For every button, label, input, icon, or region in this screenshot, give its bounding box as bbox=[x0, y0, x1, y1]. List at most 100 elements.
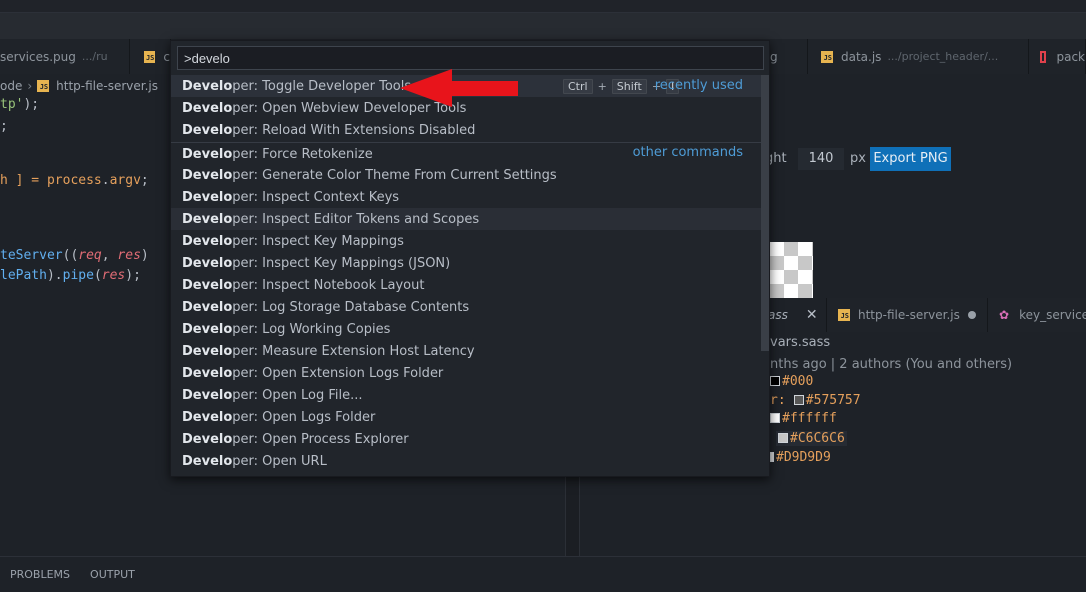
tab-path: .../ru bbox=[81, 50, 108, 63]
code-line: tp'); bbox=[0, 97, 39, 112]
code-token: (( bbox=[62, 248, 79, 263]
command-match: Develo bbox=[182, 255, 233, 271]
tab-output[interactable]: OUTPUT bbox=[90, 568, 135, 581]
command-item[interactable]: Develo per: Open Logs Folder bbox=[171, 406, 761, 428]
code-token: res bbox=[117, 248, 141, 263]
command-item[interactable]: Develo per: Inspect Notebook Layout bbox=[171, 274, 761, 296]
color-swatch[interactable] bbox=[770, 376, 780, 386]
code-token: ; bbox=[140, 173, 149, 188]
command-item[interactable]: Develo per: Open Process Explorer bbox=[171, 428, 761, 450]
sass-color-line: #000 bbox=[770, 374, 813, 389]
color-swatch[interactable] bbox=[770, 452, 774, 462]
command-label: per: Open URL bbox=[232, 453, 327, 469]
command-label: per: Force Retokenize bbox=[232, 146, 373, 162]
command-item[interactable]: Develo per: Force Retokenize other comman… bbox=[171, 143, 761, 165]
command-label: per: Log Working Copies bbox=[232, 321, 391, 337]
code-token: . bbox=[101, 173, 110, 188]
breadcrumb-parent[interactable]: ode bbox=[0, 79, 22, 93]
tab-key-service[interactable]: ✿ key_service bbox=[989, 298, 1086, 332]
chevron-right-icon: › bbox=[27, 79, 33, 93]
package-icon bbox=[1040, 50, 1047, 63]
code-token: res bbox=[101, 268, 126, 283]
recently-used-label: recently used bbox=[654, 78, 743, 93]
command-item[interactable]: Develo per: Log Working Copies bbox=[171, 318, 761, 340]
export-png-button[interactable]: Export PNG bbox=[870, 147, 951, 171]
command-item[interactable]: Develo per: Open Log File... bbox=[171, 384, 761, 406]
tab-package[interactable]: pack bbox=[1030, 39, 1086, 74]
command-item[interactable]: Develo per: Generate Color Theme From Cur… bbox=[171, 164, 761, 186]
command-label: per: Inspect Notebook Layout bbox=[232, 277, 425, 293]
command-match: Develo bbox=[182, 365, 233, 381]
code-token: ); bbox=[125, 268, 141, 283]
sass-filename: vars.sass bbox=[770, 335, 831, 350]
transparency-preview bbox=[770, 242, 813, 298]
tab-label: c bbox=[163, 49, 170, 64]
command-item[interactable]: Develo per: Inspect Key Mappings (JSON) bbox=[171, 252, 761, 274]
command-item[interactable]: Develo per: Measure Extension Host Latenc… bbox=[171, 340, 761, 362]
code-token: h ] = bbox=[0, 173, 47, 188]
code-token: pipe bbox=[62, 268, 94, 283]
tab-label: pack bbox=[1056, 49, 1085, 64]
unsaved-dot-icon[interactable] bbox=[967, 311, 976, 319]
command-item[interactable]: Develo per: Log Storage Database Contents bbox=[171, 296, 761, 318]
tab-http-file-server[interactable]: JS http-file-server.js bbox=[828, 298, 988, 332]
breadcrumb: ode › JS http-file-server.js bbox=[0, 74, 158, 98]
command-item[interactable]: Develo per: Inspect Context Keys bbox=[171, 186, 761, 208]
close-icon[interactable]: ✕ bbox=[806, 307, 818, 323]
sass-color-line: #D9D9D9 bbox=[770, 450, 831, 465]
command-match: Develo bbox=[182, 189, 233, 205]
command-label: per: Inspect Key Mappings bbox=[232, 233, 404, 249]
tab-problems[interactable]: PROBLEMS bbox=[10, 568, 70, 581]
tab-partial[interactable]: JS c bbox=[131, 39, 171, 74]
command-label: per: Generate Color Theme From Current S… bbox=[232, 167, 557, 183]
command-match: Develo bbox=[182, 122, 233, 138]
hex-value: #000 bbox=[782, 374, 814, 389]
tab-label: data.js bbox=[841, 49, 882, 64]
unit-label: px bbox=[850, 151, 866, 166]
command-match: Develo bbox=[182, 233, 233, 249]
annotation-arrow-icon bbox=[400, 69, 518, 107]
breadcrumb-file[interactable]: http-file-server.js bbox=[56, 79, 158, 93]
command-item[interactable]: Develo per: Open Extension Logs Folder bbox=[171, 362, 761, 384]
command-item[interactable]: Develo per: Inspect Key Mappings bbox=[171, 230, 761, 252]
command-match: Develo bbox=[182, 409, 233, 425]
tab-data-js[interactable]: JS data.js .../project_header/... bbox=[809, 39, 1029, 74]
tab-label: key_service bbox=[1019, 308, 1086, 322]
key-plus: + bbox=[597, 80, 607, 93]
bottom-panel: PROBLEMS OUTPUT bbox=[0, 556, 1086, 592]
command-label: per: Log Storage Database Contents bbox=[232, 299, 470, 315]
color-swatch[interactable] bbox=[778, 433, 788, 443]
hex-value: #C6C6C6 bbox=[790, 431, 845, 446]
command-item[interactable]: Develo per: Inspect Editor Tokens and Sco… bbox=[171, 208, 761, 230]
color-swatch[interactable] bbox=[793, 395, 804, 405]
tab-services-pug[interactable]: services.pug .../ru bbox=[0, 39, 130, 74]
command-label: per: Open Log File... bbox=[232, 387, 363, 403]
command-match: Develo bbox=[182, 78, 233, 94]
git-blame-lens[interactable]: nths ago | 2 authors (You and others) bbox=[770, 357, 1012, 372]
key-shift: Shift bbox=[611, 79, 647, 94]
command-label: per: Inspect Key Mappings (JSON) bbox=[232, 255, 451, 271]
code-token: r: bbox=[770, 393, 786, 408]
code-token: tp' bbox=[0, 97, 24, 112]
command-item[interactable]: Develo per: Reload With Extensions Disabl… bbox=[171, 119, 761, 141]
command-match: Develo bbox=[182, 321, 233, 337]
command-match: Develo bbox=[182, 343, 233, 359]
code-token: ); bbox=[23, 97, 40, 112]
tab-label: services.pug bbox=[0, 49, 76, 64]
key-ctrl: Ctrl bbox=[563, 79, 593, 94]
command-match: Develo bbox=[182, 387, 233, 403]
command-label: per: Open Extension Logs Folder bbox=[232, 365, 444, 381]
code-token: ; bbox=[0, 119, 8, 134]
tab-path: .../project_header/... bbox=[887, 50, 999, 63]
palette-scrollbar[interactable] bbox=[761, 75, 769, 351]
height-input[interactable]: 140 bbox=[798, 148, 844, 170]
command-match: Develo bbox=[182, 211, 233, 227]
command-item[interactable]: Develo per: Open URL bbox=[171, 450, 761, 472]
code-token: process bbox=[46, 173, 102, 188]
code-line: teServer((req, res) bbox=[0, 248, 149, 263]
tab-partial-right[interactable]: g bbox=[770, 39, 808, 74]
code-token: teServer bbox=[0, 248, 63, 263]
other-commands-label: other commands bbox=[632, 145, 743, 160]
js-file-icon: JS bbox=[821, 50, 833, 63]
color-swatch[interactable] bbox=[770, 413, 780, 423]
